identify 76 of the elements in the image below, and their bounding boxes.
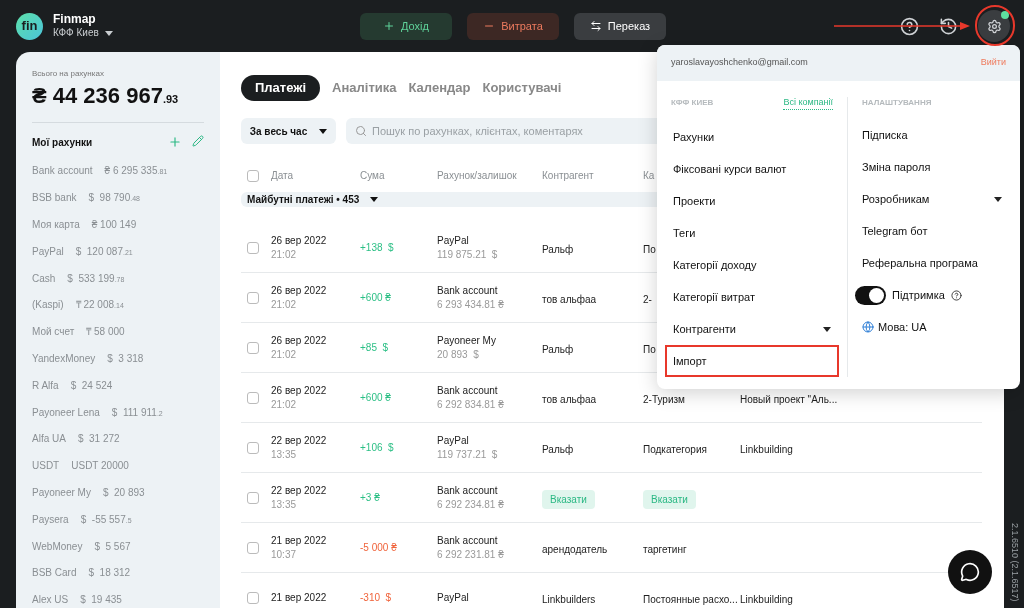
account-text: PayPal bbox=[437, 590, 470, 605]
table-cell: По bbox=[643, 243, 656, 255]
date-text: 21 вер 2022 bbox=[271, 533, 328, 548]
table-cell: Постоянные расхо... bbox=[643, 593, 738, 605]
account-text: Payoneer My bbox=[437, 333, 497, 348]
time-text: 13:35 bbox=[271, 447, 298, 462]
user-email: yaroslavayoshchenko@gmail.com bbox=[671, 56, 808, 70]
table-cell: тов альфаа bbox=[542, 393, 597, 405]
amount-text: +138 $ bbox=[360, 241, 395, 255]
date-text: 26 вер 2022 bbox=[271, 283, 328, 298]
group-label: Майбутні платежі • 453 bbox=[247, 193, 360, 207]
version-text: 2.1.6510 (2.1.6517) bbox=[1008, 523, 1021, 602]
amount-text: +600 ₴ bbox=[360, 291, 392, 305]
date-text: 22 вер 2022 bbox=[271, 433, 328, 448]
account-text: Bank account bbox=[437, 483, 499, 498]
total-balance: ₴ 44 236 967.93 bbox=[32, 82, 180, 110]
table-cell: Подкатегория bbox=[643, 443, 707, 455]
table-cell: Ральф bbox=[542, 443, 574, 455]
table-cell: тов альфаа bbox=[542, 293, 597, 305]
account-text: PayPal bbox=[437, 433, 470, 448]
total-label: Всього на рахунках bbox=[32, 68, 105, 80]
date-text: 26 вер 2022 bbox=[271, 233, 328, 248]
account-text: Bank account bbox=[437, 283, 499, 298]
time-text: 21:02 bbox=[271, 297, 298, 312]
table-cell: 2- bbox=[643, 293, 652, 305]
balance-text: 6 292 834.81 ₴ bbox=[437, 397, 505, 412]
account-balance: $ 20 893 bbox=[102, 485, 145, 500]
app-name: Finmap bbox=[53, 12, 97, 28]
account-balance: $ 31 272 bbox=[77, 432, 120, 447]
time-text: 10:37 bbox=[271, 547, 298, 562]
amount-text: -310 $ bbox=[360, 591, 393, 605]
time-text: 21:02 bbox=[271, 247, 298, 262]
table-cell: По bbox=[643, 343, 656, 355]
section-label: КФФ КИЕВ bbox=[671, 97, 714, 109]
table-cell: Ральф bbox=[542, 343, 574, 355]
table-cell: 2-Туризм bbox=[643, 393, 685, 405]
table-cell: Linkbuilders bbox=[542, 593, 596, 605]
balance-text: 20 893 $ bbox=[437, 347, 480, 362]
balance-text: 119 875.21 $ bbox=[437, 247, 499, 262]
account-text: Bank account bbox=[437, 383, 499, 398]
date-text: 26 вер 2022 bbox=[271, 383, 328, 398]
table-cell: арендодатель bbox=[542, 543, 608, 555]
time-text: 21:02 bbox=[271, 347, 298, 362]
table-cell: Ральф bbox=[542, 243, 574, 255]
balance-text: 6 292 234.81 ₴ bbox=[437, 497, 505, 512]
account-balance: $ 5 567 bbox=[94, 539, 131, 554]
account-balance: USDT 20000 bbox=[71, 459, 129, 474]
table-cell: Linkbuilding bbox=[740, 443, 793, 455]
accounts-title: Мої рахунки bbox=[32, 135, 93, 150]
account-text: PayPal bbox=[437, 233, 470, 248]
amount-text: -5 000 ₴ bbox=[360, 541, 398, 555]
balance-text: 6 293 434.81 ₴ bbox=[437, 297, 505, 312]
toggle-label: Підтримка bbox=[892, 287, 945, 303]
time-text: 13:35 bbox=[271, 497, 298, 512]
account-balance: ₴ 100 149 bbox=[91, 218, 137, 232]
table-cell: Новый проект "Аль... bbox=[740, 393, 838, 405]
logo: fin bbox=[16, 12, 43, 40]
date-text: 26 вер 2022 bbox=[271, 333, 328, 348]
table-cell: таргетинг bbox=[643, 543, 687, 555]
account-text: Bank account bbox=[437, 533, 499, 548]
account-balance: ₸ 58 000 bbox=[86, 325, 125, 340]
date-text: 21 вер 2022 bbox=[271, 590, 328, 605]
time-text: 21:02 bbox=[271, 397, 298, 412]
section-label: НАЛАШТУВАННЯ bbox=[862, 97, 933, 109]
account-balance: $ 19 435 bbox=[80, 593, 122, 608]
amount-text: +106 $ bbox=[360, 441, 395, 455]
table-cell: Linkbuilding bbox=[740, 593, 793, 605]
date-text: 22 вер 2022 bbox=[271, 483, 328, 498]
amount-text: +85 $ bbox=[360, 341, 390, 355]
amount-text: +3 ₴ bbox=[360, 491, 381, 505]
account-balance: $ 24 524 bbox=[70, 378, 113, 393]
amount-text: +600 ₴ bbox=[360, 391, 392, 405]
balance-text: 6 292 231.81 ₴ bbox=[437, 547, 505, 562]
balance-text: 119 737.21 $ bbox=[437, 447, 499, 462]
account-balance: $ 18 312 bbox=[88, 566, 131, 581]
account-balance: $ 3 318 bbox=[107, 351, 144, 366]
